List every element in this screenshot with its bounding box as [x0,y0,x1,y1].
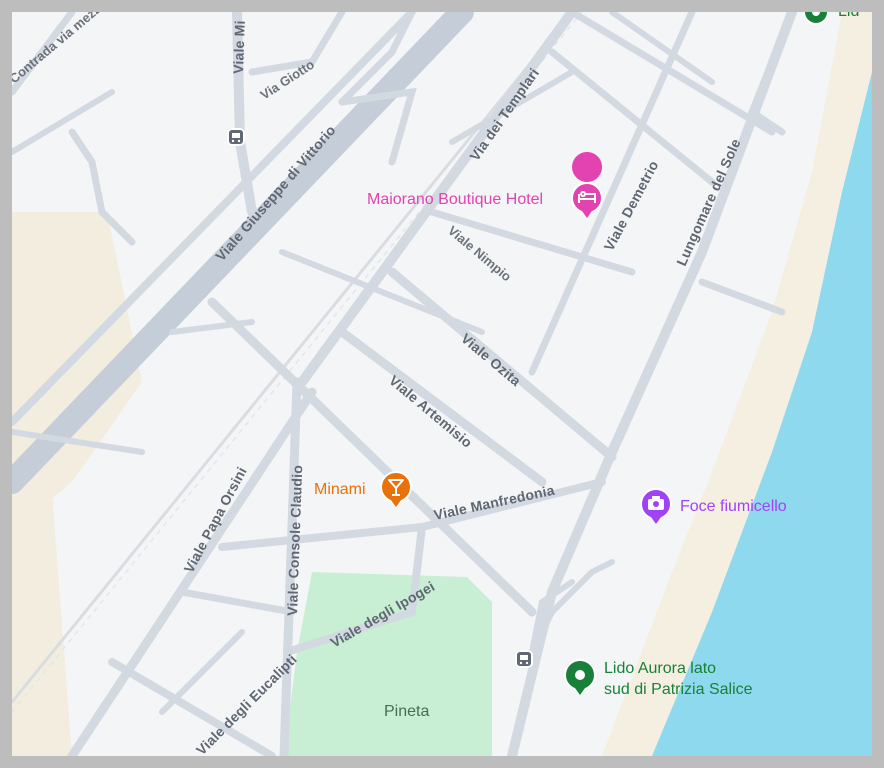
area-label-pineta: Pineta [384,703,429,720]
top-right-poi-label[interactable]: Lid [838,12,859,20]
map-viewport[interactable]: Viale Giuseppe di Vittorio Via dei Templ… [12,12,872,756]
beach-label-line1[interactable]: Lido Aurora lato [604,660,716,677]
map-canvas[interactable]: Viale Giuseppe di Vittorio Via dei Templ… [12,12,872,756]
pineta-park [284,572,492,756]
bus-icon[interactable] [515,650,533,668]
bar-label[interactable]: Minami [314,481,366,498]
photo-spot-label[interactable]: Foce fiumicello [680,498,787,515]
bus-icon[interactable] [227,128,245,146]
street-label-viale-mi: Viale Mi [230,20,248,74]
beach-label-line2[interactable]: sud di Patrizia Salice [604,681,753,698]
hotel-label[interactable]: Maiorano Boutique Hotel [367,191,543,208]
